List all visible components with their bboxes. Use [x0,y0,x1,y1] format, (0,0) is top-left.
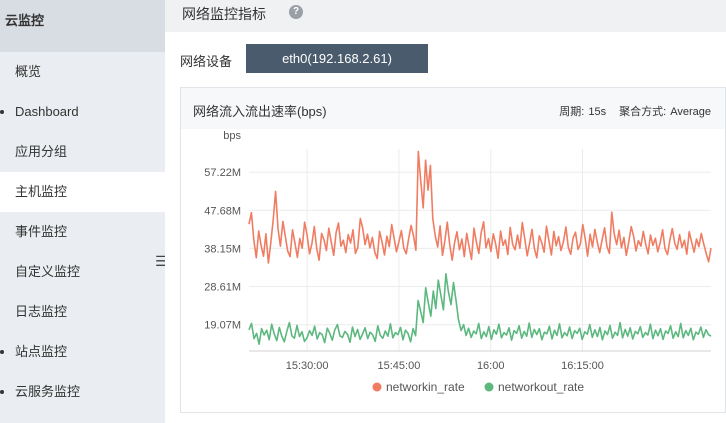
series-line-networkout_rate [248,273,712,345]
x-tick-label: 15:45:00 [378,360,421,372]
sidebar-collapse-handle[interactable]: ☰ [150,240,168,284]
chart-title: 网络流入流出速率(bps) [193,104,327,119]
y-tick-label: 19.07M [204,320,241,332]
sidebar: 云监控 概览 Dashboard 应用分组主机监控事件监控自定义监控日志监控站点监控… [0,0,168,423]
device-label: 网络设备 [180,54,233,69]
network-rate-chart: bps 57.22M 47.68M 38.15M 28.61M 19.07M 15:30:0… [204,130,712,394]
sidebar-item-label: 事件监控 [15,224,68,239]
period-label: 周期: [559,106,585,118]
sidebar-item-label: Dashboard [15,104,79,119]
bullet-icon [0,110,4,114]
legend-label-networkin_rate: networkin_rate [386,380,465,394]
sidebar-item[interactable]: 日志监控 [0,292,165,332]
legend-marker-networkin_rate [372,382,382,392]
sidebar-item[interactable]: 云服务监控 [0,372,165,412]
section-header: 网络监控指标 ? [165,0,726,32]
sidebar-item-label: 自定义监控 [15,264,81,279]
main-content: 网络监控指标 ? 网络设备 eth0(192.168.2.61) 网络流入流出速… [165,0,726,423]
chart-meta: 周期: 15s 聚合方式: Average [555,103,711,119]
sidebar-item[interactable]: 概览 [0,52,165,92]
y-axis-label: bps [223,130,241,142]
y-tick-label: 38.15M [204,243,241,255]
bullet-icon [0,350,4,354]
sidebar-item-label: 云服务监控 [15,384,81,399]
aggregation-label: 聚合方式: [619,106,667,118]
sidebar-item[interactable]: 事件监控 [0,212,165,252]
x-tick-label: 16:00 [477,360,505,372]
sidebar-item-label: 概览 [15,64,42,79]
legend-label-networkout_rate: networkout_rate [498,380,584,394]
series-line-networkin_rate [248,150,712,264]
section-title: 网络监控指标 [182,6,266,22]
sidebar-item-label: 站点监控 [15,344,68,359]
sidebar-item-label: 应用分组 [15,144,68,159]
question-circle-icon[interactable]: ? [289,5,303,19]
chart-panel-header: 网络流入流出速率(bps) 周期: 15s 聚合方式: Average [181,88,725,129]
sidebar-item[interactable]: 应用分组 [0,132,165,172]
sidebar-title: 云监控 [0,0,165,52]
sidebar-item[interactable]: 站点监控 [0,332,165,372]
sidebar-item-label: 主机监控 [15,184,68,199]
bullet-icon [0,390,4,394]
y-tick-label: 28.61M [204,282,241,294]
sidebar-item[interactable]: Dashboard [0,92,165,132]
y-tick-label: 47.68M [204,205,241,217]
x-tick-label: 16:15:00 [561,360,604,372]
sidebar-item-label: 日志监控 [15,304,68,319]
sidebar-item[interactable]: 自定义监控 [0,252,165,292]
y-tick-label: 57.22M [204,167,241,179]
x-tick-label: 15:30:00 [286,360,329,372]
legend-marker-networkout_rate [484,382,494,392]
period-value: 15s [588,106,607,118]
sidebar-item[interactable]: 主机监控 [0,172,165,212]
chart-panel: 网络流入流出速率(bps) 周期: 15s 聚合方式: Average bps 57.… [180,87,726,413]
aggregation-value: Average [670,106,711,118]
device-select[interactable]: eth0(192.168.2.61) [246,44,428,73]
